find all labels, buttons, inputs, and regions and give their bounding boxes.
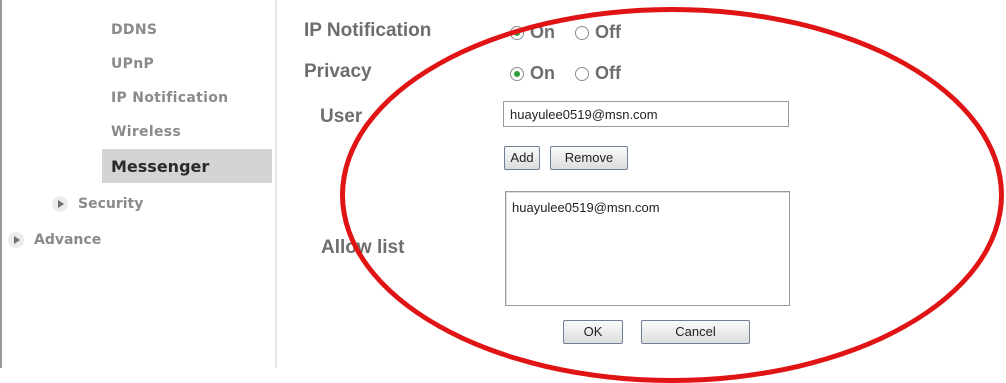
user-input[interactable]: huayulee0519@msn.com [503, 101, 789, 127]
ip-notification-radios: On Off [510, 22, 621, 43]
radio-label-on: On [530, 22, 555, 42]
ok-button[interactable]: OK [563, 320, 623, 344]
ip-notification-off-radio[interactable] [575, 26, 590, 41]
sidebar-item-messenger[interactable]: Messenger [102, 149, 272, 183]
add-button[interactable]: Add [504, 146, 540, 170]
privacy-on-radio[interactable] [510, 67, 524, 82]
sidebar-edge [0, 0, 2, 368]
ip-notification-label: IP Notification [304, 20, 432, 41]
privacy-label: Privacy [304, 61, 372, 82]
sidebar-group-label: Security [78, 196, 144, 212]
sidebar-item-label: Messenger [111, 157, 210, 176]
sidebar-item-ip-notification[interactable]: IP Notification [111, 90, 228, 106]
privacy-off-radio[interactable] [575, 67, 590, 82]
sidebar-item-upnp[interactable]: UPnP [111, 56, 154, 72]
sidebar-group-label: Advance [34, 232, 102, 248]
user-label: User [320, 106, 363, 127]
expand-arrow-icon [8, 232, 24, 248]
privacy-radios: On Off [510, 63, 621, 84]
ip-notification-on-radio[interactable] [510, 26, 524, 41]
radio-label-off: Off [595, 22, 622, 42]
sidebar-group-advance[interactable]: Advance [8, 232, 101, 248]
list-item[interactable]: huayulee0519@msn.com [512, 200, 660, 215]
sidebar-group-security[interactable]: Security [52, 196, 143, 212]
radio-label-off: Off [595, 63, 622, 83]
sidebar-item-wireless[interactable]: Wireless [111, 124, 181, 140]
remove-button[interactable]: Remove [550, 146, 628, 170]
allow-list-label: Allow list [321, 237, 405, 258]
expand-arrow-icon [52, 196, 68, 212]
radio-label-on: On [530, 63, 555, 83]
sidebar: DDNS UPnP IP Notification Wireless Messe… [0, 0, 277, 368]
sidebar-item-ddns[interactable]: DDNS [111, 22, 157, 38]
cancel-button[interactable]: Cancel [641, 320, 750, 344]
allow-list-box[interactable]: huayulee0519@msn.com [505, 191, 790, 306]
